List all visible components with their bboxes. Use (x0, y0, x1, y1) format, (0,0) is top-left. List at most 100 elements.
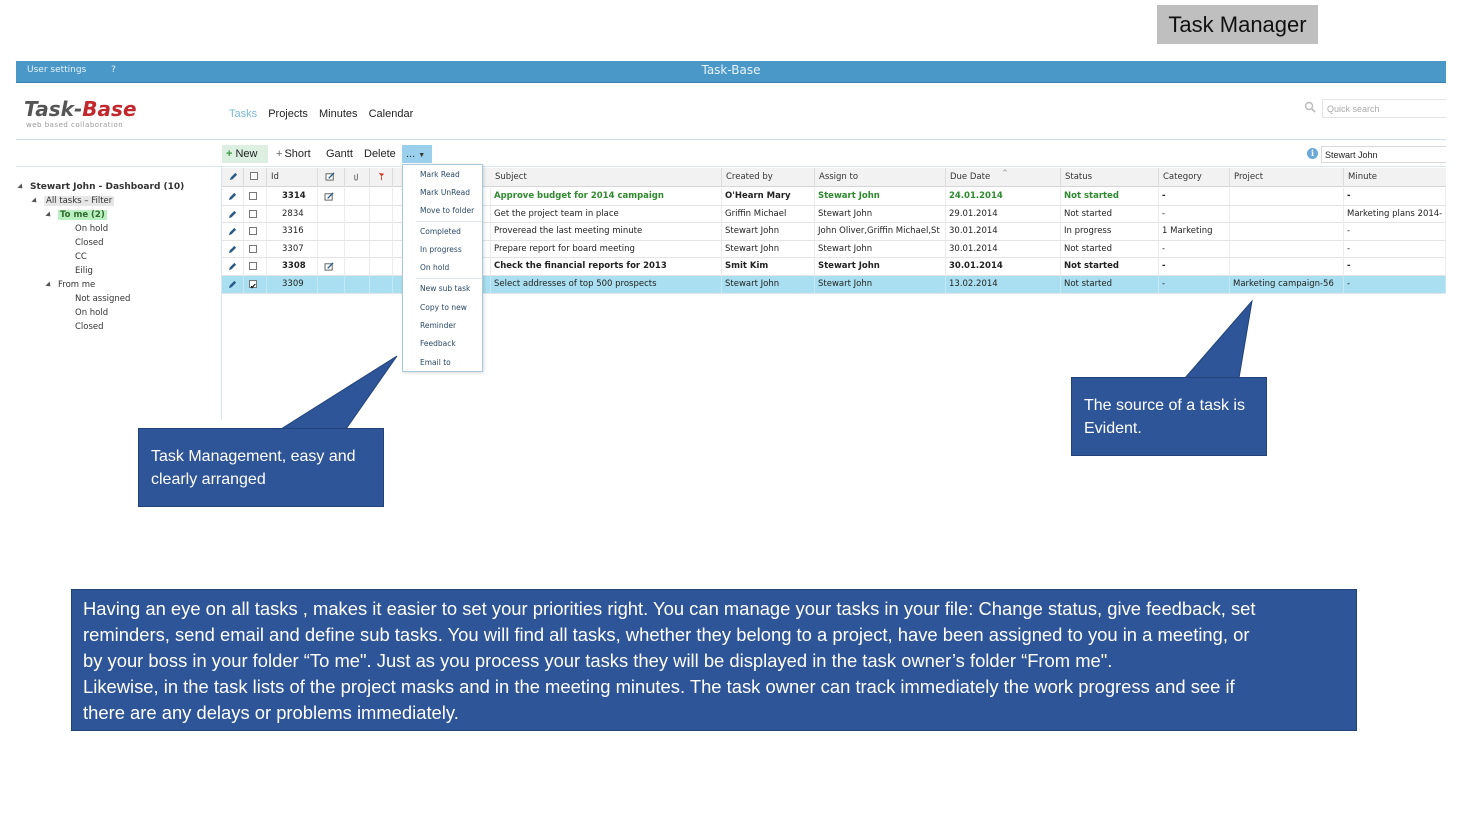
menu-item-mark-unread[interactable]: Mark UnRead (420, 188, 470, 197)
row-checkbox[interactable] (249, 209, 257, 218)
expand-icon (17, 182, 25, 191)
edit-cell (222, 188, 244, 205)
created-by-cell: Stewart John (722, 223, 815, 241)
assign-to-cell: Stewart John (815, 205, 946, 223)
note-cell (318, 240, 345, 258)
row-checkbox[interactable] (249, 227, 257, 236)
id-cell: 3307 (267, 240, 318, 258)
minute-cell: - (1344, 276, 1446, 293)
column-created-by[interactable]: Created by (722, 168, 815, 187)
project-cell: Marketing campaign-56 (1230, 276, 1344, 293)
tree-item-closed[interactable]: Closed (75, 238, 104, 248)
pencil-icon[interactable] (228, 262, 237, 271)
assign-to-cell: Stewart John (815, 276, 946, 293)
expand-icon (45, 280, 53, 289)
column-project[interactable]: Project (1230, 168, 1344, 187)
tree-item-eilig[interactable]: Eilig (75, 266, 93, 276)
created-by-cell: Smit Kim (722, 258, 815, 276)
status-cell: Not started (1061, 205, 1159, 223)
menu-item-in-progress[interactable]: In progress (420, 245, 462, 254)
assign-to-cell: Stewart John (815, 258, 946, 276)
nav-tasks[interactable]: Tasks (229, 108, 257, 120)
tree-item-cc[interactable]: CC (75, 252, 87, 262)
quick-search-input[interactable]: Quick search (1322, 99, 1446, 118)
assign-to-cell: Stewart John (815, 188, 946, 205)
row-checkbox[interactable] (249, 244, 257, 253)
subject-cell: Approve budget for 2014 campaign (491, 188, 722, 205)
project-cell (1230, 258, 1344, 276)
subject-cell: Select addresses of top 500 prospects (491, 276, 722, 293)
status-cell: Not started (1061, 188, 1159, 205)
menu-item-email-to[interactable]: Email to (420, 358, 451, 367)
menu-item-move-to-folder[interactable]: Move to folder (420, 206, 474, 215)
row-checkbox[interactable] (249, 262, 257, 271)
id-cell: 3308 (267, 258, 318, 276)
column-subject[interactable]: Subject (491, 168, 722, 187)
select-all-checkbox[interactable] (250, 172, 258, 180)
tree-root[interactable]: Stewart John - Dashboard (10) (17, 182, 184, 192)
nav-projects[interactable]: Projects (268, 108, 308, 120)
callout-task-source: The source of a task is Evident. (1071, 377, 1267, 456)
main-nav: Tasks Projects Minutes Calendar (229, 108, 421, 120)
menu-item-completed[interactable]: Completed (420, 227, 461, 236)
column-category[interactable]: Category (1159, 168, 1230, 187)
menu-item-new-sub-task[interactable]: New sub task (420, 284, 470, 293)
description-line: Likewise, in the task lists of the proje… (83, 676, 1235, 697)
subject-cell: Check the financial reports for 2013 (491, 258, 722, 276)
tree-to-me[interactable]: To me (2) (45, 210, 107, 220)
column-assign-to[interactable]: Assign to (815, 168, 946, 187)
note-column-header (318, 168, 345, 187)
sort-asc-icon: ^ (1002, 169, 1008, 177)
row-checkbox[interactable] (249, 278, 257, 293)
edit-cell (222, 276, 244, 293)
pencil-icon[interactable] (228, 227, 237, 236)
tree-item-not-assigned[interactable]: Not assigned (75, 294, 130, 304)
select-cell (244, 188, 267, 205)
note-cell (318, 258, 345, 276)
category-cell: 1 Marketing (1159, 223, 1230, 241)
column-due-date[interactable]: Due Date ^ (946, 168, 1061, 187)
column-minute[interactable]: Minute (1344, 168, 1446, 187)
app-title: Task-Base (701, 63, 761, 77)
column-status[interactable]: Status (1061, 168, 1159, 187)
info-icon: i (1307, 148, 1318, 159)
menu-item-reminder[interactable]: Reminder (420, 321, 456, 330)
flag-cell (370, 188, 393, 205)
edit-cell (222, 240, 244, 258)
tree-all-tasks[interactable]: All tasks – Filter (31, 196, 115, 206)
tree-from-me[interactable]: From me (45, 280, 96, 290)
callout-pointer-left (279, 355, 398, 430)
short-task-button[interactable]: + Short (272, 145, 315, 163)
tree-item-on-hold[interactable]: On hold (75, 308, 108, 318)
nav-minutes[interactable]: Minutes (319, 108, 358, 120)
logo: Task-Base web based collaboration (24, 97, 137, 129)
pencil-icon[interactable] (228, 210, 237, 219)
menu-item-mark-read[interactable]: Mark Read (420, 170, 460, 179)
att-cell (345, 223, 370, 241)
pencil-icon[interactable] (228, 245, 237, 254)
pencil-icon[interactable] (228, 280, 237, 289)
select-column-header[interactable] (244, 168, 267, 187)
edit-cell (222, 258, 244, 276)
new-task-button[interactable]: + New (222, 145, 268, 163)
column-id[interactable]: Id (267, 168, 318, 187)
delete-button[interactable]: Delete (360, 145, 400, 163)
created-by-cell: Griffin Michael (722, 205, 815, 223)
menu-item-copy-to-new[interactable]: Copy to new (420, 303, 467, 312)
row-checkbox[interactable] (249, 192, 257, 200)
tree-item-on-hold[interactable]: On hold (75, 224, 108, 234)
created-by-cell: Stewart John (722, 276, 815, 293)
gantt-button[interactable]: Gantt (322, 145, 357, 163)
user-filter-input[interactable]: Stewart John (1321, 146, 1446, 163)
callout-task-management: Task Management, easy and clearly arrang… (138, 428, 384, 507)
select-cell (244, 205, 267, 223)
menu-item-feedback[interactable]: Feedback (420, 339, 456, 348)
menu-item-on-hold[interactable]: On hold (420, 263, 449, 272)
category-cell: - (1159, 276, 1230, 293)
tree-from-me-label: From me (58, 280, 96, 290)
pencil-icon[interactable] (228, 192, 237, 201)
tree-item-closed[interactable]: Closed (75, 322, 104, 332)
more-actions-button[interactable]: ... ▼ (402, 145, 432, 163)
nav-calendar[interactable]: Calendar (369, 108, 414, 120)
minute-cell: - (1344, 258, 1446, 276)
